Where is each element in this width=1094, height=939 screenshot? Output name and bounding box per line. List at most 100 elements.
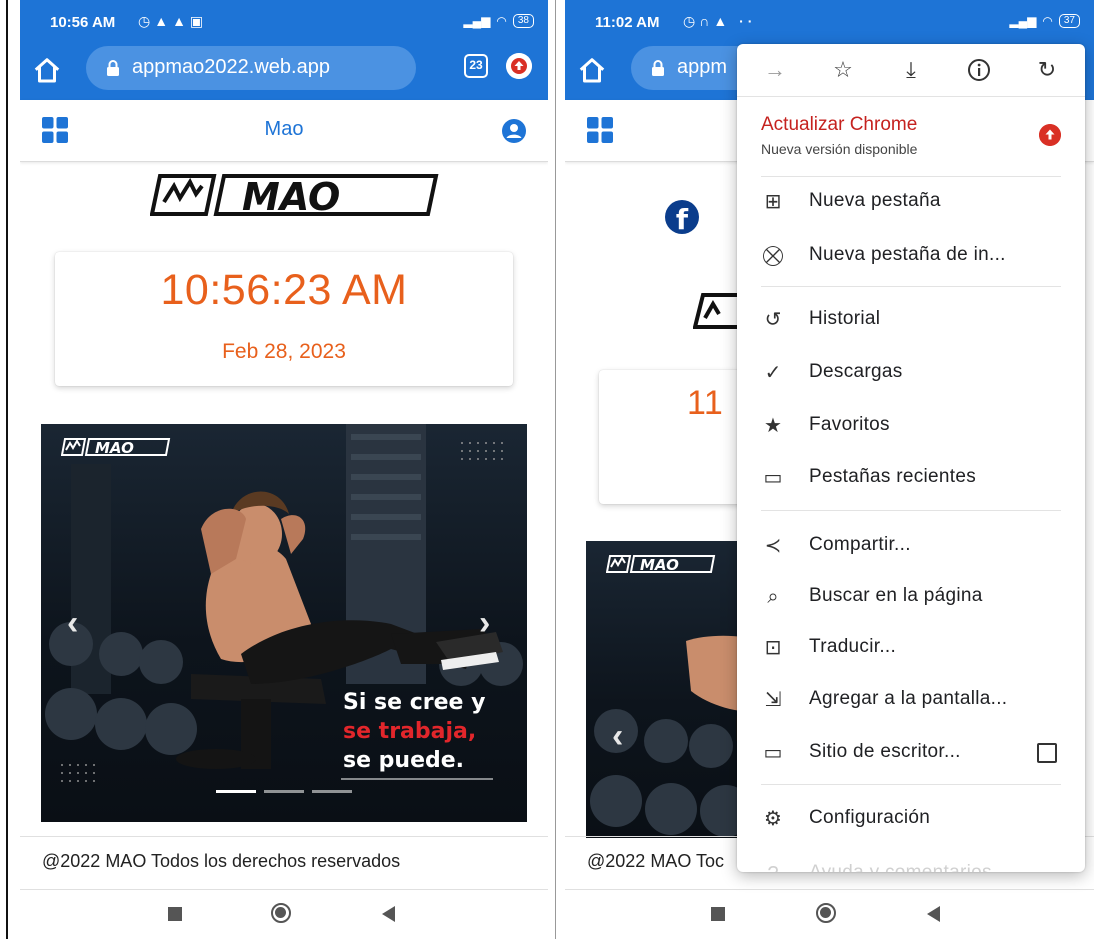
banner-underline [341,778,493,780]
menu-item-history[interactable]: ↺ Historial [737,296,1085,344]
carousel-next-icon[interactable]: › [479,604,490,643]
lock-icon [107,60,119,76]
update-arrow-icon [1039,124,1061,146]
menu-item-label: Nueva pestaña de in... [809,244,1006,265]
menu-item-desktop-site[interactable]: ▭ Sitio de escritor... [737,729,1085,777]
slogan-line-3: se puede. [343,748,465,773]
download-check-icon: ✓ [764,362,782,384]
menu-item-label: Nueva pestaña [809,190,941,211]
status-indicators: ▂▄▆ ◠ 38 [463,14,534,28]
wifi-icon: ◠ [1042,14,1053,28]
forward-icon[interactable]: → [761,56,789,84]
page-info-icon[interactable] [965,56,993,84]
banner-logo-text: MAO [640,556,679,573]
chrome-overflow-menu: → ☆ ⤓ ↻ Actualizar Chrome Nueva versión … [737,44,1085,872]
footer-copyright-partial: @2022 MAO Toc [587,851,725,871]
menu-separator [761,510,1061,511]
menu-item-settings[interactable]: ⚙ Configuración [737,795,1085,843]
clock-card: 10:56:23 AM Feb 28, 2023 [55,252,513,386]
menu-separator [737,96,1085,97]
update-chrome-subtitle: Nueva versión disponible [761,141,918,157]
grid-menu-icon[interactable] [587,117,613,143]
battery-icon: 37 [1058,14,1080,28]
status-time: 11:02 AM [595,14,660,31]
menu-item-new-tab[interactable]: ⊞ Nueva pestaña [737,178,1085,226]
menu-item-label: Compartir... [809,534,911,555]
bookmark-star-icon[interactable]: ☆ [829,56,857,84]
menu-toolbar: → ☆ ⤓ ↻ [737,44,1085,96]
browser-toolbar: appmao2022.web.app 23 [20,44,548,100]
menu-separator [761,784,1061,785]
url-text: appm [677,56,728,78]
menu-item-label: Favoritos [809,414,890,435]
android-nav-bar [20,892,548,936]
add-home-icon: ⇲ [764,689,782,711]
download-icon[interactable]: ⤓ [897,56,925,84]
chrome-update-icon[interactable] [506,53,532,79]
carousel-indicator-3[interactable] [312,790,352,793]
recents-button-icon[interactable] [711,907,725,921]
back-button-icon[interactable] [927,906,940,922]
home-button-icon[interactable] [816,903,836,923]
left-phone-screen: 10:56 AM ◷▲▲▣ ▂▄▆ ◠ 38 appmao2022.web.ap… [20,0,548,939]
app-header: Mao [20,100,548,162]
banner-logo: MAO [606,555,716,573]
find-icon: ⌕ [767,586,779,608]
carousel-indicator-1[interactable] [216,790,256,793]
menu-item-label: Ayuda y comentarios [809,862,992,872]
notification-icons: ◷∩▲ ·· [683,13,757,29]
frame-border-left [6,0,8,939]
status-indicators: ▂▄▆ ◠ 37 [1009,14,1080,28]
menu-item-translate[interactable]: ⊡ Traducir... [737,624,1085,672]
home-icon[interactable] [577,56,607,86]
menu-item-label: Historial [809,308,881,329]
page-footer: @2022 MAO Todos los derechos reservados [20,836,548,890]
mao-logo: MAO [150,172,440,218]
banner-logo-text: MAO [95,439,134,456]
home-icon[interactable] [32,56,62,86]
facebook-icon[interactable]: f [665,200,699,234]
menu-item-label: Agregar a la pantalla... [809,688,1008,709]
desktop-site-checkbox[interactable] [1037,743,1057,763]
star-icon: ★ [764,415,782,437]
back-button-icon[interactable] [382,906,395,922]
user-account-icon[interactable] [502,119,526,143]
devices-icon: ▭ [763,467,783,489]
url-text: appmao2022.web.app [132,56,330,78]
home-button-icon[interactable] [271,903,291,923]
carousel-indicator-2[interactable] [264,790,304,793]
clock-time: 10:56:23 AM [160,266,408,314]
screenshot-divider [555,0,556,939]
slogan-line-2: se trabaja, [343,719,477,744]
menu-item-add-to-home[interactable]: ⇲ Agregar a la pantalla... [737,676,1085,724]
menu-item-find-in-page[interactable]: ⌕ Buscar en la página [737,573,1085,621]
menu-item-bookmarks[interactable]: ★ Favoritos [737,402,1085,450]
signal-icon: ▂▄▆ [463,14,491,28]
battery-icon: 38 [512,14,534,28]
carousel-prev-icon[interactable]: ‹ [612,717,623,756]
footer-copyright: @2022 MAO Todos los derechos reservados [42,851,401,871]
banner-logo: MAO [61,438,171,456]
recents-button-icon[interactable] [168,907,182,921]
address-bar[interactable]: appmao2022.web.app [86,46,416,90]
carousel-prev-icon[interactable]: ‹ [67,604,78,643]
reload-icon[interactable]: ↻ [1033,56,1061,84]
wifi-icon: ◠ [496,14,507,28]
menu-item-label: Configuración [809,807,931,828]
menu-item-label: Pestañas recientes [809,466,976,487]
menu-item-incognito[interactable]: ⛒ Nueva pestaña de in... [737,232,1085,280]
promo-carousel[interactable]: MAO ‹ › Si se cree y se trabaja, se pued… [41,424,527,822]
gear-icon: ⚙ [764,808,782,830]
menu-item-label: Descargas [809,361,903,382]
app-title: Mao [264,118,304,140]
notification-icons: ◷▲▲▣ [138,13,208,29]
menu-item-downloads[interactable]: ✓ Descargas [737,349,1085,397]
menu-item-help[interactable]: ? Ayuda y comentarios [737,850,1085,872]
banner-slogan: Si se cree y se trabaja, se puede. [343,688,485,775]
menu-item-share[interactable]: ≺ Compartir... [737,522,1085,570]
tab-switcher-button[interactable]: 23 [464,54,488,78]
status-bar: 11:02 AM ◷∩▲ ·· ▂▄▆ ◠ 37 [565,0,1094,44]
menu-item-recent-tabs[interactable]: ▭ Pestañas recientes [737,454,1085,502]
logo-text: MAO [242,175,340,218]
android-nav-bar [565,892,1094,936]
